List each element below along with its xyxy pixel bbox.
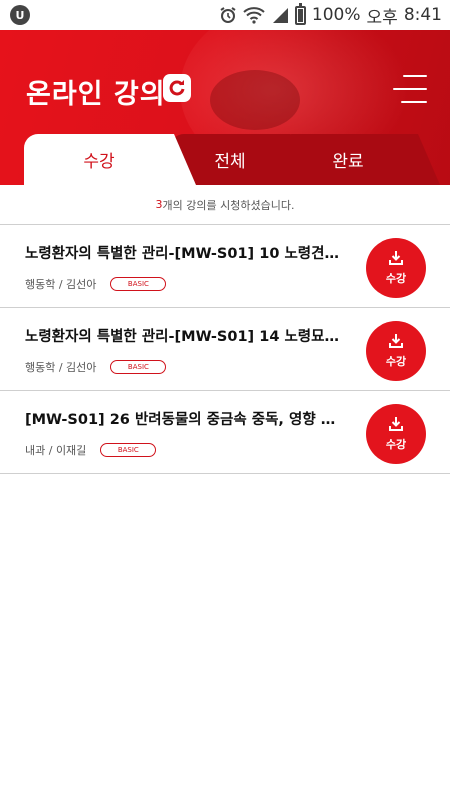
enroll-label: 수강	[385, 272, 407, 285]
wifi-icon	[243, 6, 265, 24]
status-bar: U 100% 오후 8:41	[0, 0, 450, 30]
tab-label: 완료	[332, 152, 364, 172]
enroll-label: 수강	[385, 438, 407, 451]
clock-ampm: 오후	[366, 7, 398, 28]
menu-button[interactable]	[393, 75, 427, 103]
clock-time: 8:41	[403, 5, 442, 25]
tab-enrolled[interactable]: 수강	[24, 134, 196, 185]
lecture-list: 노령환자의 특별한 관리-[MW-S01] 10 노령견 관리... 행동학 /…	[0, 225, 450, 474]
download-icon	[389, 417, 403, 431]
lecture-title[interactable]: 노령환자의 특별한 관리-[MW-S01] 10 노령견 관리...	[25, 242, 340, 263]
enroll-download-button[interactable]: 수강	[366, 238, 426, 298]
header-background-shade	[210, 70, 300, 130]
level-badge: BASIC	[100, 443, 157, 457]
app-notification-icon: U	[10, 5, 30, 25]
lecture-meta: 행동학 / 김선아 BASIC	[25, 359, 167, 375]
alarm-icon	[219, 6, 237, 24]
lecture-category-instructor: 내과 / 이재길	[25, 444, 87, 457]
battery-icon	[294, 2, 306, 25]
lecture-title[interactable]: 노령환자의 특별한 관리-[MW-S01] 14 노령묘관리...	[25, 325, 340, 346]
watched-count-text: 개의 강의를 시청하셨습니다.	[162, 198, 295, 212]
lecture-row[interactable]: 노령환자의 특별한 관리-[MW-S01] 14 노령묘관리... 행동학 / …	[0, 308, 450, 391]
menu-line	[401, 101, 427, 103]
lecture-meta: 행동학 / 김선아 BASIC	[25, 276, 167, 292]
watched-count: 3	[155, 198, 163, 211]
level-badge: BASIC	[110, 277, 167, 291]
page-title: 온라인 강의	[26, 79, 166, 110]
signal-icon	[271, 6, 289, 24]
refresh-button[interactable]	[163, 74, 191, 102]
lecture-title[interactable]: [MW-S01] 26 반려동물의 중금속 중독, 영향 균형을...	[25, 408, 340, 429]
enroll-label: 수강	[385, 355, 407, 368]
watched-count-summary: 3 개의 강의를 시청하셨습니다.	[0, 185, 450, 225]
refresh-icon	[169, 80, 185, 96]
download-icon	[389, 251, 403, 265]
lecture-row[interactable]: [MW-S01] 26 반려동물의 중금속 중독, 영향 균형을... 내과 /…	[0, 391, 450, 474]
menu-line	[393, 88, 427, 90]
tab-label: 전체	[214, 152, 246, 172]
level-badge: BASIC	[110, 360, 167, 374]
lecture-category-instructor: 행동학 / 김선아	[25, 278, 97, 291]
lecture-meta: 내과 / 이재길 BASIC	[25, 442, 157, 458]
header-banner: 온라인 강의 완료 전체 수강	[0, 30, 450, 185]
enroll-download-button[interactable]: 수강	[366, 321, 426, 381]
battery-percent: 100%	[311, 5, 361, 25]
tab-label: 수강	[83, 152, 115, 172]
download-icon	[389, 334, 403, 348]
lecture-category-instructor: 행동학 / 김선아	[25, 361, 97, 374]
lecture-row[interactable]: 노령환자의 특별한 관리-[MW-S01] 10 노령견 관리... 행동학 /…	[0, 225, 450, 308]
enroll-download-button[interactable]: 수강	[366, 404, 426, 464]
menu-line	[403, 75, 427, 77]
